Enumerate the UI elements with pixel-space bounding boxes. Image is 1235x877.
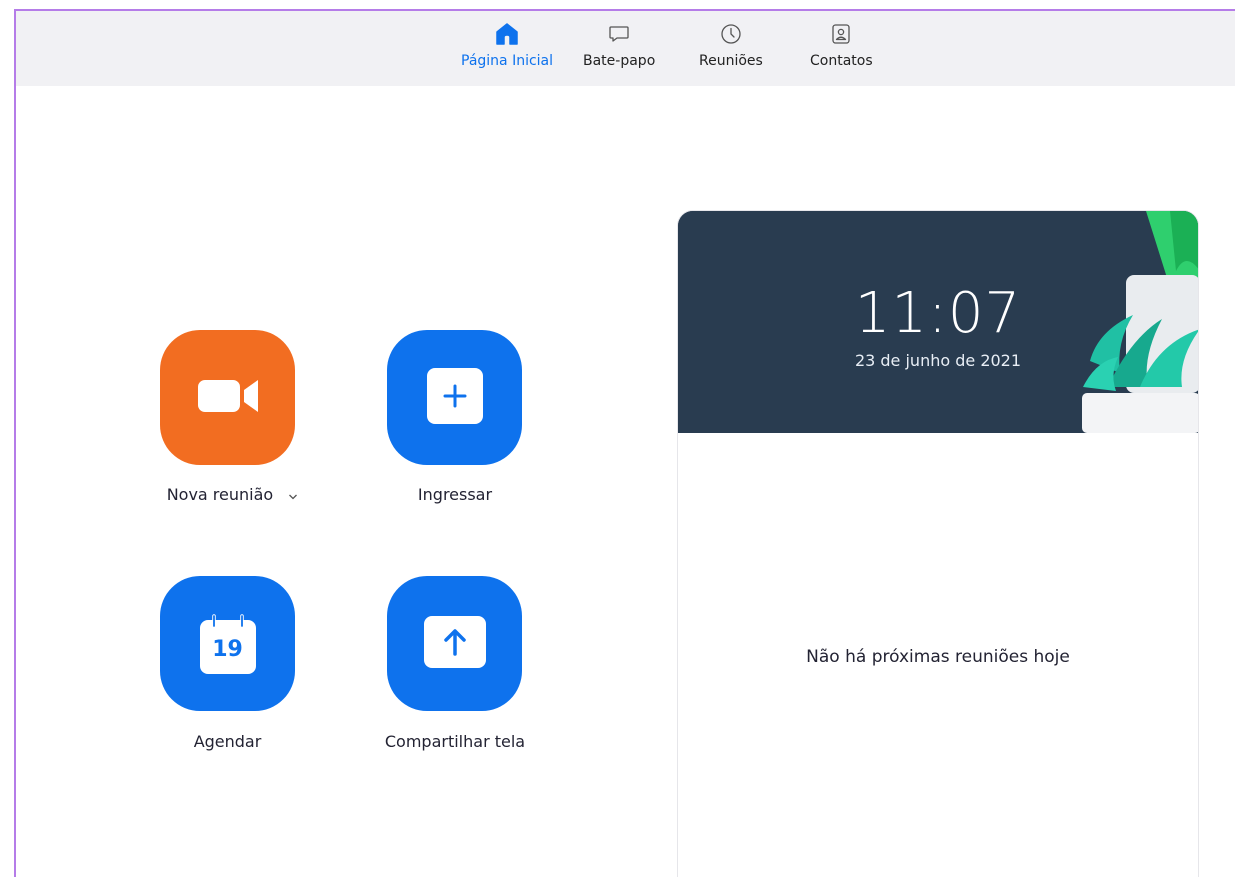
plus-icon <box>426 367 483 428</box>
share-screen-button[interactable] <box>387 576 522 711</box>
clock-icon <box>718 21 744 47</box>
tab-meetings[interactable]: Reuniões <box>699 21 763 69</box>
clock-banner: 11:07 23 de junho de 2021 <box>678 211 1198 433</box>
tab-contacts-label: Contatos <box>810 53 873 69</box>
tab-chat[interactable]: Bate-papo <box>583 21 655 69</box>
current-date: 23 de junho de 2021 <box>854 351 1022 370</box>
schedule-label[interactable]: Agendar <box>150 732 305 751</box>
home-icon <box>494 21 520 47</box>
join-button[interactable] <box>387 330 522 465</box>
new-meeting-label[interactable]: Nova reunião <box>150 485 315 505</box>
calendar-icon: 19 <box>199 613 256 674</box>
chat-icon <box>606 21 632 47</box>
chevron-down-icon[interactable] <box>288 486 298 505</box>
top-navigation-bar: Página Inicial Bate-papo Reuniões Contat… <box>16 11 1235 86</box>
no-meetings-message: Não há próximas reuniões hoje <box>806 647 1070 667</box>
calendar-day-number: 19 <box>212 636 243 662</box>
upload-arrow-icon <box>423 615 486 672</box>
schedule-button[interactable]: 19 <box>160 576 295 711</box>
tab-home[interactable]: Página Inicial <box>461 21 553 69</box>
contact-icon <box>828 21 854 47</box>
tab-chat-label: Bate-papo <box>583 53 656 69</box>
video-camera-icon <box>192 374 264 422</box>
upcoming-meetings-card: 11:07 23 de junho de 2021 Não há próxima… <box>677 210 1199 877</box>
tab-meetings-label: Reuniões <box>699 53 763 69</box>
tab-contacts[interactable]: Contatos <box>810 21 873 69</box>
tab-home-label: Página Inicial <box>461 53 554 69</box>
join-label[interactable]: Ingressar <box>380 485 530 504</box>
app-window: Página Inicial Bate-papo Reuniões Contat… <box>0 0 1235 877</box>
new-meeting-button[interactable] <box>160 330 295 465</box>
current-time: 11:07 <box>854 281 1022 346</box>
share-screen-label[interactable]: Compartilhar tela <box>360 732 550 751</box>
window-border-left <box>14 9 16 877</box>
